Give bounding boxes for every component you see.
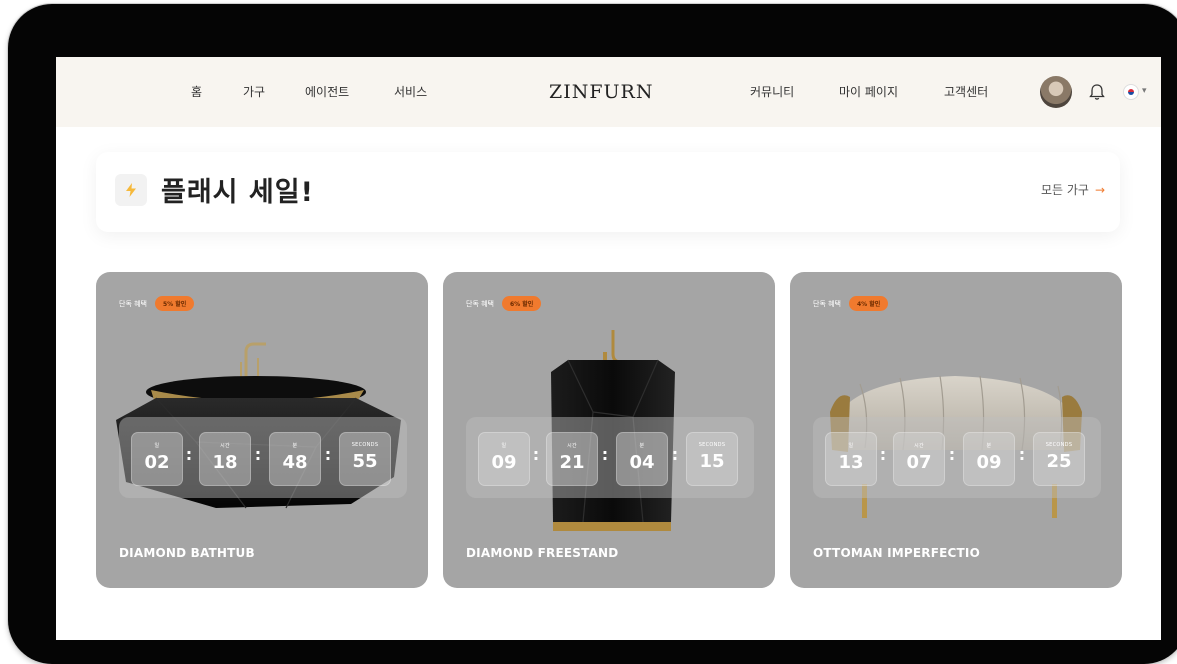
brand-logo[interactable]: ZINFURN [549, 57, 653, 127]
flash-sale-banner: 플래시 세일! 모든 가구 → [96, 152, 1120, 232]
hours-label: 시간 [914, 443, 924, 449]
minutes-value: 48 [282, 452, 308, 473]
countdown-days: 일 13 [825, 432, 877, 486]
separator: : [324, 445, 332, 464]
countdown-hours: 시간 21 [546, 432, 598, 486]
nav-link-services[interactable]: 서비스 [394, 57, 427, 127]
countdown-seconds: SECONDS 15 [686, 432, 738, 486]
countdown-timer: 일 13 : 시간 07 : 분 09 : SECONDS 25 [813, 417, 1101, 498]
device-frame: 홈 가구 에이전트 서비스 ZINFURN 커뮤니티 마이 페이지 고객센터 ▾ [8, 4, 1177, 664]
nav-link-my-page[interactable]: 마이 페이지 [839, 57, 898, 127]
lightning-icon [115, 174, 147, 206]
seconds-value: 55 [352, 451, 378, 472]
separator: : [671, 445, 679, 464]
separator: : [1018, 445, 1026, 464]
chevron-down-icon[interactable]: ▾ [1142, 86, 1147, 96]
product-card[interactable]: 단독 혜택 6% 할인 일 09 : 시간 21 : 분 04 : SECONDS 15… [443, 272, 775, 588]
nav-link-support[interactable]: 고객센터 [944, 57, 988, 127]
nav-link-community[interactable]: 커뮤니티 [750, 57, 794, 127]
nav-link-agents[interactable]: 에이전트 [305, 57, 349, 127]
card-tag: 단독 혜택 6% 할인 [466, 296, 542, 311]
seconds-label: SECONDS [1045, 442, 1073, 448]
days-label: 일 [848, 443, 854, 449]
minutes-label: 분 [292, 443, 298, 449]
exclusive-label: 단독 혜택 [813, 299, 841, 308]
minutes-label: 분 [639, 443, 645, 449]
product-name: OTTOMAN IMPERFECTIO [813, 546, 980, 560]
product-name: DIAMOND FREESTAND [466, 546, 619, 560]
countdown-timer: 일 02 : 시간 18 : 분 48 : SECONDS 55 [119, 417, 407, 498]
discount-badge: 5% 할인 [155, 296, 195, 311]
separator: : [601, 445, 609, 464]
korea-flag-icon[interactable] [1124, 85, 1138, 99]
discount-badge: 6% 할인 [502, 296, 542, 311]
exclusive-label: 단독 혜택 [119, 299, 147, 308]
countdown-hours: 시간 18 [199, 432, 251, 486]
hours-value: 07 [906, 452, 932, 473]
hours-value: 21 [559, 452, 585, 473]
countdown-minutes: 분 48 [269, 432, 321, 486]
hours-label: 시간 [220, 443, 230, 449]
countdown-minutes: 분 04 [616, 432, 668, 486]
card-tag: 단독 혜택 5% 할인 [119, 296, 195, 311]
separator: : [532, 445, 540, 464]
separator: : [948, 445, 956, 464]
countdown-days: 일 02 [131, 432, 183, 486]
countdown-days: 일 09 [478, 432, 530, 486]
exclusive-label: 단독 혜택 [466, 299, 494, 308]
countdown-hours: 시간 07 [893, 432, 945, 486]
user-avatar[interactable] [1040, 76, 1072, 108]
screen: 홈 가구 에이전트 서비스 ZINFURN 커뮤니티 마이 페이지 고객센터 ▾ [56, 57, 1161, 640]
card-tag: 단독 혜택 4% 할인 [813, 296, 889, 311]
all-furniture-link-label: 모든 가구 [1040, 183, 1089, 197]
seconds-label: SECONDS [351, 442, 379, 448]
days-value: 02 [144, 452, 170, 473]
arrow-right-icon: → [1094, 183, 1105, 197]
flash-sale-title: 플래시 세일! [161, 177, 314, 208]
separator: : [879, 445, 887, 464]
days-label: 일 [501, 443, 507, 449]
nav-link-home[interactable]: 홈 [191, 57, 202, 127]
seconds-value: 15 [699, 451, 725, 472]
minutes-value: 04 [629, 452, 655, 473]
days-value: 13 [838, 452, 864, 473]
nav-link-furniture[interactable]: 가구 [243, 57, 265, 127]
bell-icon[interactable] [1084, 79, 1110, 105]
seconds-value: 25 [1046, 451, 1072, 472]
product-card[interactable]: 단독 혜택 4% 할인 일 13 : 시간 07 : 분 09 : SECONDS 25… [790, 272, 1122, 588]
countdown-seconds: SECONDS 55 [339, 432, 391, 486]
countdown-seconds: SECONDS 25 [1033, 432, 1085, 486]
separator: : [254, 445, 262, 464]
hours-value: 18 [212, 452, 238, 473]
product-name: DIAMOND BATHTUB [119, 546, 255, 560]
all-furniture-link[interactable]: 모든 가구 → [1041, 181, 1105, 198]
separator: : [185, 445, 193, 464]
product-card[interactable]: 단독 혜택 5% 할인 일 02 : 시간 18 : 분 48 : SECONDS 55… [96, 272, 428, 588]
discount-badge: 4% 할인 [849, 296, 889, 311]
countdown-minutes: 분 09 [963, 432, 1015, 486]
seconds-label: SECONDS [698, 442, 726, 448]
countdown-timer: 일 09 : 시간 21 : 분 04 : SECONDS 15 [466, 417, 754, 498]
top-navigation: 홈 가구 에이전트 서비스 ZINFURN 커뮤니티 마이 페이지 고객센터 ▾ [56, 57, 1161, 127]
hours-label: 시간 [567, 443, 577, 449]
minutes-label: 분 [986, 443, 992, 449]
days-label: 일 [154, 443, 160, 449]
days-value: 09 [491, 452, 517, 473]
minutes-value: 09 [976, 452, 1002, 473]
